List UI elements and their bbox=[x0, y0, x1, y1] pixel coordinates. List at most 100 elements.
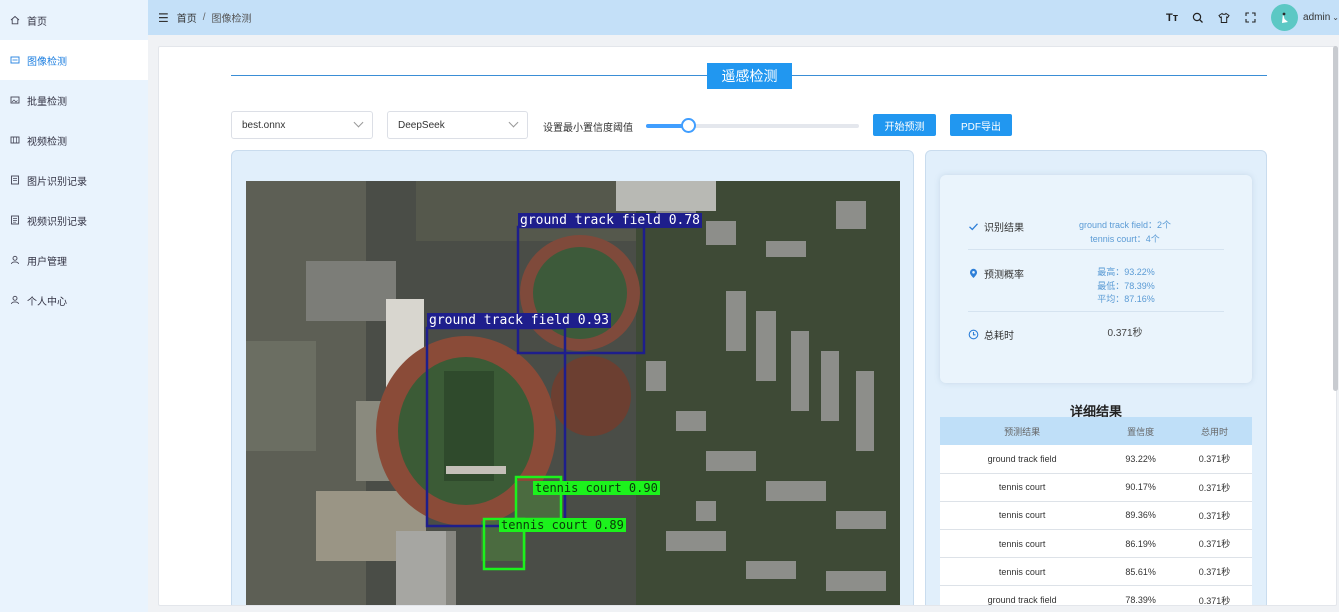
video-icon bbox=[10, 135, 20, 145]
sidebar-item-label: 视频检测 bbox=[27, 136, 67, 148]
location-pin-icon bbox=[968, 268, 979, 279]
home-icon bbox=[10, 15, 20, 25]
start-predict-button[interactable]: 开始预测 bbox=[873, 114, 936, 136]
sidebar-item-video-detect[interactable]: 视频检测 bbox=[0, 120, 148, 160]
image-icon bbox=[10, 55, 20, 65]
column-header: 总用时 bbox=[1176, 417, 1252, 445]
image-panel: ground track field 0.78 ground track fiel… bbox=[231, 150, 914, 605]
clock-icon bbox=[968, 329, 979, 340]
images-icon bbox=[10, 95, 20, 105]
llm-select-value: DeepSeek bbox=[398, 119, 445, 131]
table-row: tennis court 89.36% 0.371秒 bbox=[940, 501, 1252, 531]
sidebar-item-label: 首页 bbox=[27, 16, 47, 28]
theme-shirt-icon[interactable] bbox=[1211, 0, 1237, 35]
divider bbox=[968, 249, 1224, 250]
table-cell: 0.371秒 bbox=[1176, 585, 1252, 605]
table-cell: tennis court bbox=[940, 473, 1105, 502]
detection-label: tennis court 0.89 bbox=[499, 518, 626, 532]
sidebar-item-image-detect[interactable]: 图像检测 bbox=[0, 40, 148, 80]
font-size-icon[interactable]: Tт bbox=[1159, 0, 1185, 35]
table-cell: 86.19% bbox=[1104, 529, 1177, 559]
sidebar-item-user-management[interactable]: 用户管理 bbox=[0, 240, 148, 280]
confidence-slider-track[interactable] bbox=[646, 124, 859, 128]
sidebar-item-home[interactable]: 首页 bbox=[0, 0, 148, 40]
table-row: tennis court 85.61% 0.371秒 bbox=[940, 557, 1252, 587]
detail-results-table: 预测结果 置信度 总用时 ground track field 93.22% 0.3… bbox=[940, 417, 1252, 605]
confidence-slider-thumb[interactable] bbox=[681, 118, 697, 133]
detection-label: ground track field 0.93 bbox=[427, 313, 612, 328]
main-panel: 遥感检测 best.onnx DeepSeek 设置最小置信度阈值 开始预测 P… bbox=[158, 46, 1337, 606]
time-value: 0.371秒 bbox=[1107, 328, 1143, 339]
table-row: tennis court 90.17% 0.371秒 bbox=[940, 473, 1252, 502]
table-row: ground track field 78.39% 0.371秒 bbox=[940, 585, 1252, 605]
detection-result-image: ground track field 0.78 ground track fiel… bbox=[246, 181, 900, 605]
sidebar-item-label: 图片识别记录 bbox=[27, 176, 87, 188]
user-icon bbox=[10, 295, 20, 305]
table-cell: 0.371秒 bbox=[1176, 557, 1252, 587]
table-row: ground track field 93.22% 0.371秒 bbox=[940, 445, 1252, 474]
document-icon bbox=[10, 215, 20, 225]
sidebar-item-label: 视频识别记录 bbox=[27, 216, 87, 228]
confidence-slider-label: 设置最小置信度阈值 bbox=[543, 123, 633, 134]
prob-min: 最低：78.39% bbox=[1097, 280, 1155, 291]
menu-toggle-icon[interactable]: ☰ bbox=[158, 11, 169, 25]
prob-avg: 平均：87.16% bbox=[1097, 294, 1155, 304]
user-icon bbox=[10, 255, 20, 265]
breadcrumb-separator: / bbox=[202, 12, 206, 23]
model-select[interactable]: best.onnx bbox=[231, 111, 373, 139]
divider bbox=[968, 311, 1224, 312]
detection-label: ground track field 0.78 bbox=[518, 213, 703, 228]
sidebar-item-image-records[interactable]: 图片识别记录 bbox=[0, 160, 148, 200]
page-title: 遥感检测 bbox=[707, 63, 792, 89]
table-cell: 0.371秒 bbox=[1176, 529, 1252, 559]
column-header: 置信度 bbox=[1104, 417, 1177, 445]
page-scrollbar[interactable] bbox=[1333, 46, 1338, 391]
table-cell: ground track field bbox=[940, 445, 1105, 474]
sidebar-item-label: 图像检测 bbox=[27, 56, 67, 68]
sidebar-item-label: 个人中心 bbox=[27, 296, 67, 308]
summary-card: 识别结果 ground track field：2个 tennis court：… bbox=[940, 175, 1252, 383]
chevron-down-icon bbox=[508, 117, 519, 128]
table-cell: 0.371秒 bbox=[1176, 445, 1252, 474]
top-header: ☰ 首页 / 图像检测 Tт admin ⌄ bbox=[148, 0, 1339, 35]
table-header-row: 预测结果 置信度 总用时 bbox=[940, 417, 1252, 445]
pdf-export-button[interactable]: PDF导出 bbox=[950, 114, 1012, 136]
table-cell: 93.22% bbox=[1104, 445, 1177, 474]
table-cell: 0.371秒 bbox=[1176, 473, 1252, 502]
sidebar-item-video-records[interactable]: 视频识别记录 bbox=[0, 200, 148, 240]
fullscreen-icon[interactable] bbox=[1237, 0, 1263, 35]
result-line: ground track field：2个 bbox=[1078, 220, 1172, 230]
prob-max: 最高：93.22% bbox=[1097, 267, 1155, 277]
table-cell: ground track field bbox=[940, 585, 1105, 605]
result-line: tennis court：4个 bbox=[1090, 233, 1160, 244]
search-icon[interactable] bbox=[1185, 0, 1211, 35]
table-cell: tennis court bbox=[940, 501, 1105, 531]
detection-label: tennis court 0.90 bbox=[533, 481, 660, 495]
llm-select[interactable]: DeepSeek bbox=[387, 111, 528, 139]
result-row: 识别结果 bbox=[968, 219, 1024, 234]
breadcrumb-home[interactable]: 首页 bbox=[177, 10, 197, 25]
sidebar-item-batch-detect[interactable]: 批量检测 bbox=[0, 80, 148, 120]
table-cell: 78.39% bbox=[1104, 585, 1177, 605]
table-cell: tennis court bbox=[940, 529, 1105, 559]
probability-label: 预测概率 bbox=[984, 270, 1024, 281]
sidebar-item-personal-center[interactable]: 个人中心 bbox=[0, 280, 148, 320]
document-icon bbox=[10, 175, 20, 185]
avatar[interactable] bbox=[1271, 4, 1299, 31]
result-values: ground track field：2个 tennis court：4个 bbox=[1060, 219, 1190, 246]
probability-row: 预测概率 bbox=[968, 266, 1024, 281]
table-cell: 0.371秒 bbox=[1176, 501, 1252, 531]
chevron-down-icon bbox=[353, 117, 364, 128]
time-label: 总耗时 bbox=[984, 331, 1014, 342]
probability-values: 最高：93.22% 最低：78.39% 平均：87.16% bbox=[1076, 266, 1176, 307]
table-cell: tennis court bbox=[940, 557, 1105, 587]
chevron-down-icon[interactable]: ⌄ bbox=[1332, 13, 1339, 22]
table-row: tennis court 86.19% 0.371秒 bbox=[940, 529, 1252, 559]
sidebar: 首页 图像检测 批量检测 视频检测 图片识别记录 视频识别记录 用户管理 个人中… bbox=[0, 0, 148, 612]
username-label[interactable]: admin bbox=[1303, 12, 1330, 23]
table-cell: 85.61% bbox=[1104, 557, 1177, 587]
table-cell: 89.36% bbox=[1104, 501, 1177, 531]
table-cell: 90.17% bbox=[1104, 473, 1177, 502]
check-icon bbox=[968, 221, 979, 232]
breadcrumb-current: 图像检测 bbox=[211, 14, 252, 25]
